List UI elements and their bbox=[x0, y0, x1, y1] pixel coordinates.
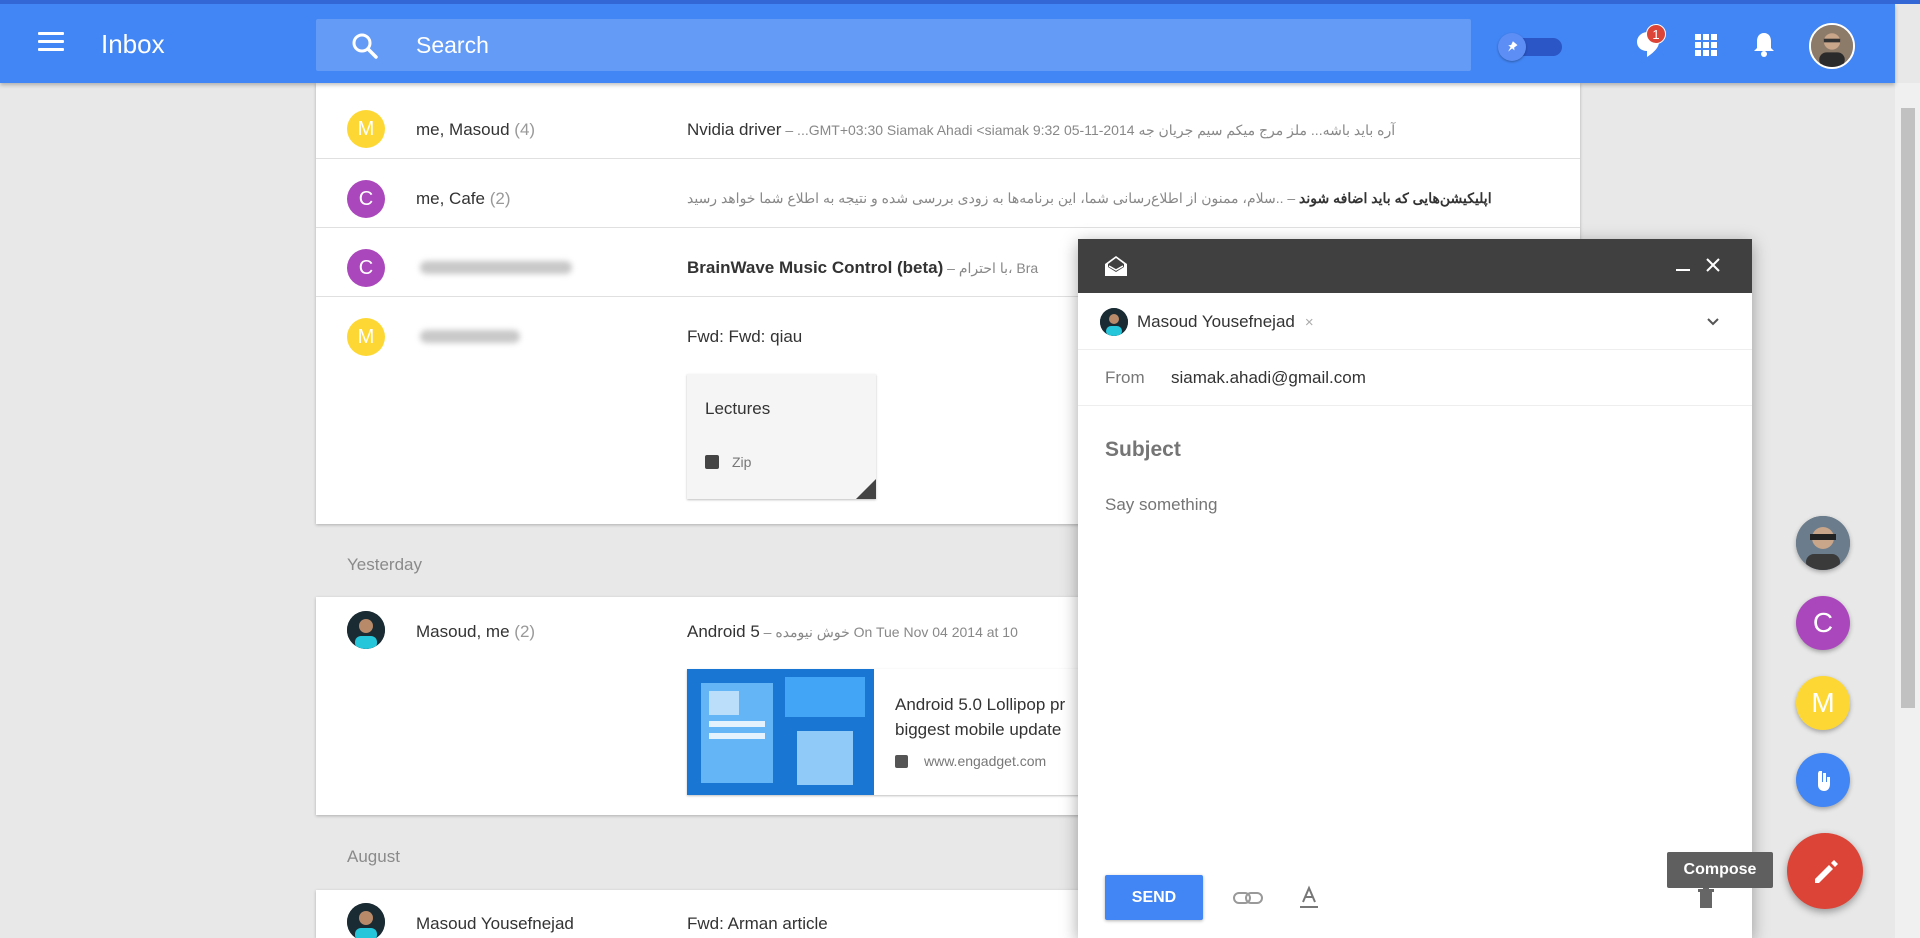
link-preview-domain: www.engadget.com bbox=[924, 753, 1047, 769]
speed-dial-reminder[interactable] bbox=[1796, 753, 1850, 807]
from-address[interactable]: siamak.ahadi@gmail.com bbox=[1171, 368, 1366, 388]
minimize-icon[interactable] bbox=[1676, 269, 1690, 271]
account-avatar[interactable] bbox=[1809, 23, 1855, 69]
thread-sender: me, Masoud (4) bbox=[416, 120, 536, 139]
from-label: From bbox=[1105, 368, 1145, 387]
recipient-avatar bbox=[1100, 308, 1128, 336]
recipient-name: Masoud Yousefnejad bbox=[1137, 312, 1295, 331]
thread-sender: Masoud, me (2) bbox=[416, 622, 536, 641]
page-scrollbar-thumb[interactable] bbox=[1901, 108, 1915, 708]
sender-avatar: M bbox=[347, 110, 385, 148]
attachment-type: Zip bbox=[732, 454, 752, 470]
group-header-august: August bbox=[347, 847, 400, 866]
thread-subject-line: Nvidia driver – ...GMT+03:30 Siamak Ahad… bbox=[687, 120, 1396, 139]
apps-grid-icon[interactable] bbox=[1688, 27, 1724, 63]
hamburger-menu-icon[interactable] bbox=[38, 32, 64, 52]
top-app-bar: Inbox 1 bbox=[0, 4, 1895, 83]
app-title: Inbox bbox=[101, 29, 165, 59]
sender-avatar: M bbox=[347, 318, 385, 356]
page-fold-icon bbox=[856, 479, 876, 499]
thread-subject-line: Fwd: Arman article bbox=[687, 914, 828, 933]
sender-avatar bbox=[347, 611, 385, 649]
speed-dial-contact-photo[interactable] bbox=[1796, 516, 1850, 570]
speed-dial-contact-m[interactable]: M bbox=[1796, 676, 1850, 730]
text-format-icon[interactable] bbox=[1298, 885, 1320, 909]
chevron-down-icon[interactable] bbox=[1706, 317, 1720, 327]
pencil-icon bbox=[1815, 860, 1838, 883]
blurred-sender-name bbox=[420, 261, 572, 274]
compose-header bbox=[1078, 239, 1752, 293]
thread-row[interactable]: C me, Cafe (2) اپلیکیشن‌هایی که باید اضا… bbox=[316, 159, 1580, 227]
thread-row[interactable]: M me, Masoud (4) Nvidia driver – ...GMT+… bbox=[316, 83, 1580, 148]
window-top-strip bbox=[0, 0, 1920, 4]
thread-sender: me, Cafe (2) bbox=[416, 189, 511, 208]
search-icon[interactable] bbox=[350, 31, 380, 61]
reminder-hand-icon bbox=[1818, 771, 1830, 791]
search-input[interactable] bbox=[416, 30, 1116, 60]
blurred-sender-name bbox=[420, 330, 520, 343]
link-preview-thumbnail bbox=[687, 669, 874, 795]
draft-envelope-icon bbox=[1105, 256, 1127, 276]
trash-icon[interactable] bbox=[1698, 887, 1714, 909]
link-icon bbox=[895, 755, 908, 768]
recipients-row[interactable]: Masoud Yousefnejad × bbox=[1078, 293, 1752, 350]
thread-subject-line: BrainWave Music Control (beta) – با احتر… bbox=[687, 258, 1039, 277]
compose-fab-button[interactable] bbox=[1787, 833, 1863, 909]
group-header-yesterday: Yesterday bbox=[347, 555, 422, 574]
link-preview-title-line-2: biggest mobile update bbox=[895, 720, 1062, 739]
thread-subject-line: اپلیکیشن‌هایی که باید اضافه شوند – ..سلا… bbox=[687, 190, 1492, 206]
message-body-input[interactable] bbox=[1105, 495, 1725, 835]
compose-tooltip: Compose bbox=[1667, 852, 1773, 888]
attach-link-icon[interactable] bbox=[1232, 889, 1264, 907]
sender-avatar bbox=[347, 903, 385, 938]
thread-subject-line: Android 5 – خوش نیومده On Tue Nov 04 201… bbox=[687, 622, 1018, 641]
sender-avatar: C bbox=[347, 180, 385, 218]
thread-sender: Masoud Yousefnejad bbox=[416, 914, 574, 933]
attachment-title: Lectures bbox=[705, 399, 771, 418]
attachment-card[interactable]: Lectures Zip bbox=[687, 374, 876, 499]
speed-dial-contact-c[interactable]: C bbox=[1796, 596, 1850, 650]
sender-avatar: C bbox=[347, 249, 385, 287]
thread-subject-line: Fwd: Fwd: qiau bbox=[687, 327, 803, 346]
link-preview-card[interactable]: Android 5.0 Lollipop pr biggest mobile u… bbox=[687, 669, 1127, 795]
remove-recipient-icon[interactable]: × bbox=[1305, 314, 1314, 331]
pin-icon bbox=[1498, 33, 1526, 61]
notification-count-badge: 1 bbox=[1646, 24, 1666, 44]
zip-icon bbox=[705, 455, 719, 469]
recipient-chip[interactable]: Masoud Yousefnejad × bbox=[1100, 306, 1314, 338]
bell-icon[interactable] bbox=[1746, 26, 1782, 62]
subject-input[interactable] bbox=[1105, 435, 1705, 465]
pinned-toggle[interactable] bbox=[1498, 33, 1564, 61]
close-icon[interactable] bbox=[1705, 257, 1721, 273]
send-button[interactable]: SEND bbox=[1105, 875, 1203, 920]
link-preview-title-line-1: Android 5.0 Lollipop pr bbox=[895, 695, 1066, 714]
from-row[interactable]: From siamak.ahadi@gmail.com bbox=[1078, 350, 1752, 406]
compose-window: Masoud Yousefnejad × From siamak.ahadi@g… bbox=[1078, 239, 1752, 938]
